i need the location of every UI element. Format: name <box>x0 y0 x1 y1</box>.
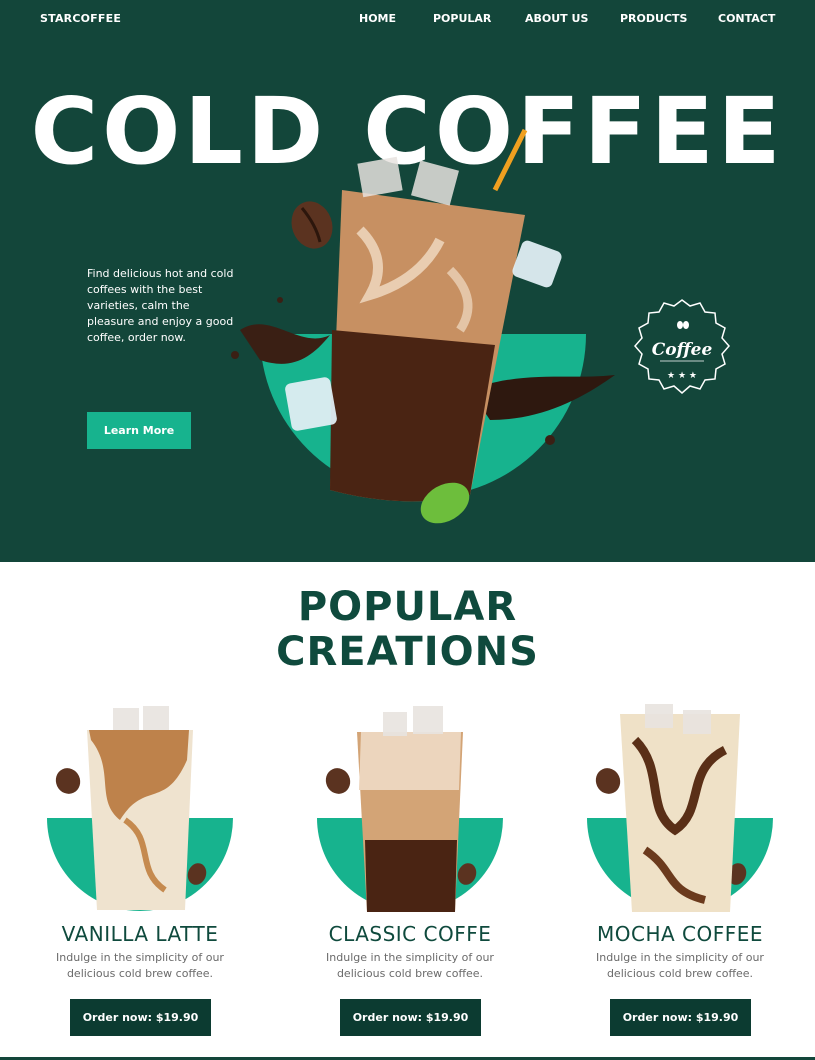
classic-coffe-image <box>317 706 503 912</box>
nav-home[interactable]: HOME <box>359 12 396 25</box>
svg-text:★ ★ ★: ★ ★ ★ <box>667 371 697 381</box>
product-description: Indulge in the simplicity of our delicio… <box>326 951 494 980</box>
product-name: CLASSIC COFFE <box>328 922 492 946</box>
product-card-mocha-coffee: MOCHA COFFEE Indulge in the simplicity o… <box>565 700 795 1050</box>
nav-contact[interactable]: CONTACT <box>718 12 775 25</box>
product-card-vanilla-latte: VANILLA LATTE Indulge in the simplicity … <box>25 700 255 1050</box>
order-now-button[interactable]: Order now: $19.90 <box>70 999 211 1036</box>
popular-title-line2: CREATIONS <box>276 629 539 675</box>
product-description: Indulge in the simplicity of our delicio… <box>596 951 764 980</box>
order-now-button[interactable]: Order now: $19.90 <box>610 999 751 1036</box>
mocha-coffee-image <box>587 704 773 912</box>
hero-iced-coffee-image <box>231 128 615 524</box>
product-description: Indulge in the simplicity of our delicio… <box>56 951 224 980</box>
popular-creations-title: POPULAR CREATIONS <box>0 585 815 675</box>
badge-text: Coffee <box>652 340 713 360</box>
order-now-button[interactable]: Order now: $19.90 <box>340 999 481 1036</box>
nav-about-us[interactable]: ABOUT US <box>525 12 588 25</box>
product-card-classic-coffe: CLASSIC COFFE Indulge in the simplicity … <box>295 700 525 1050</box>
product-name: VANILLA LATTE <box>61 922 219 946</box>
learn-more-button[interactable]: Learn More <box>87 412 191 449</box>
coffee-badge-icon: Coffee ★ ★ ★ <box>634 299 730 394</box>
hero-description: Find delicious hot and cold coffees with… <box>87 267 234 344</box>
vanilla-latte-image <box>47 706 233 911</box>
popular-title-line1: POPULAR <box>297 584 518 630</box>
nav-products[interactable]: PRODUCTS <box>620 12 687 25</box>
hero-section: STARCOFFEE HOME POPULAR ABOUT US PRODUCT… <box>0 0 815 562</box>
main-nav: HOME POPULAR ABOUT US PRODUCTS CONTACT <box>0 12 815 28</box>
product-name: MOCHA COFFEE <box>596 922 764 946</box>
nav-popular[interactable]: POPULAR <box>433 12 491 25</box>
